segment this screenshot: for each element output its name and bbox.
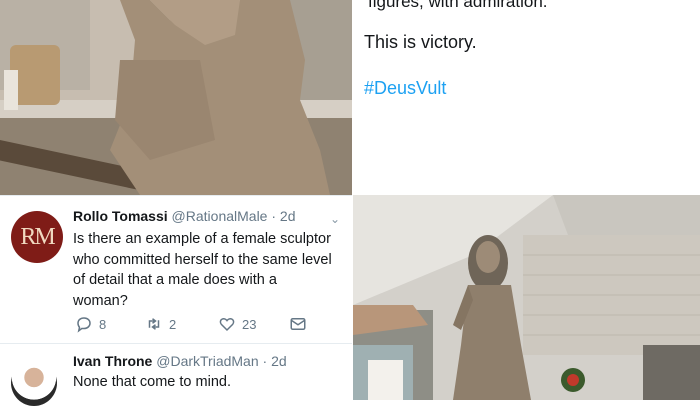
avatar-initials: RM <box>20 223 55 250</box>
reply-count: 8 <box>99 316 107 332</box>
envelope-icon <box>290 318 306 330</box>
tweet1-actions: 8 2 23 <box>73 315 313 335</box>
tweet1-chevron-down-icon[interactable]: ⌄ <box>330 212 340 226</box>
statue-photo-top-left <box>0 0 352 195</box>
tweet2-author-handle[interactable]: @DarkTriadMan <box>156 353 258 369</box>
tweet1-text: Is there an example of a female sculptor… <box>73 229 343 311</box>
statue-photo-bottom-right <box>353 195 700 400</box>
statue-photo-bottom-right-image <box>353 195 700 400</box>
retweet-count: 2 <box>169 316 177 332</box>
tweet-divider <box>0 343 352 344</box>
tweet1-text-line: who committed herself to the same level <box>73 251 332 268</box>
statue-photo-top-left-image <box>0 0 352 195</box>
tweet1-text-line: of detail that a male does with a <box>73 272 277 288</box>
hashtag-link[interactable]: #DeusVult <box>364 78 446 99</box>
victory-text: This is victory. <box>364 32 477 52</box>
tweet1-author-name[interactable]: Rollo Tomassi <box>73 208 168 224</box>
tweet2-author-name[interactable]: Ivan Throne <box>73 353 152 369</box>
like-count: 23 <box>242 316 257 332</box>
tweet1-author-handle[interactable]: @RationalMale <box>172 208 268 224</box>
avatar-ivan-throne[interactable] <box>11 360 57 406</box>
top-divider <box>0 195 352 196</box>
tweet1-text-line: woman? <box>73 292 128 309</box>
retweet-button[interactable]: 2 <box>145 315 176 333</box>
tweet2-header: Ivan Throne @DarkTriadMan · 2d <box>73 353 287 369</box>
tweet1-timestamp[interactable]: · 2d <box>271 208 295 224</box>
retweet-icon <box>148 318 160 330</box>
heart-icon <box>219 318 235 332</box>
tweet2-timestamp[interactable]: · 2d <box>263 353 287 369</box>
avatar-rollo-tomassi[interactable]: RM <box>11 211 63 263</box>
like-button[interactable]: 23 <box>218 315 256 333</box>
reply-button[interactable]: 8 <box>75 315 106 333</box>
reply-icon <box>77 317 91 333</box>
tweet2-text: None that come to mind. <box>73 374 231 390</box>
cut-off-text-line: figures, with admiration. <box>368 0 548 11</box>
tweet-text-panel: figures, with admiration. This is victor… <box>352 0 700 195</box>
tweet1-text-line: Is there an example of a female sculptor <box>73 231 331 247</box>
tweet1-header: Rollo Tomassi @RationalMale · 2d <box>73 208 295 224</box>
direct-message-button[interactable] <box>289 315 307 333</box>
